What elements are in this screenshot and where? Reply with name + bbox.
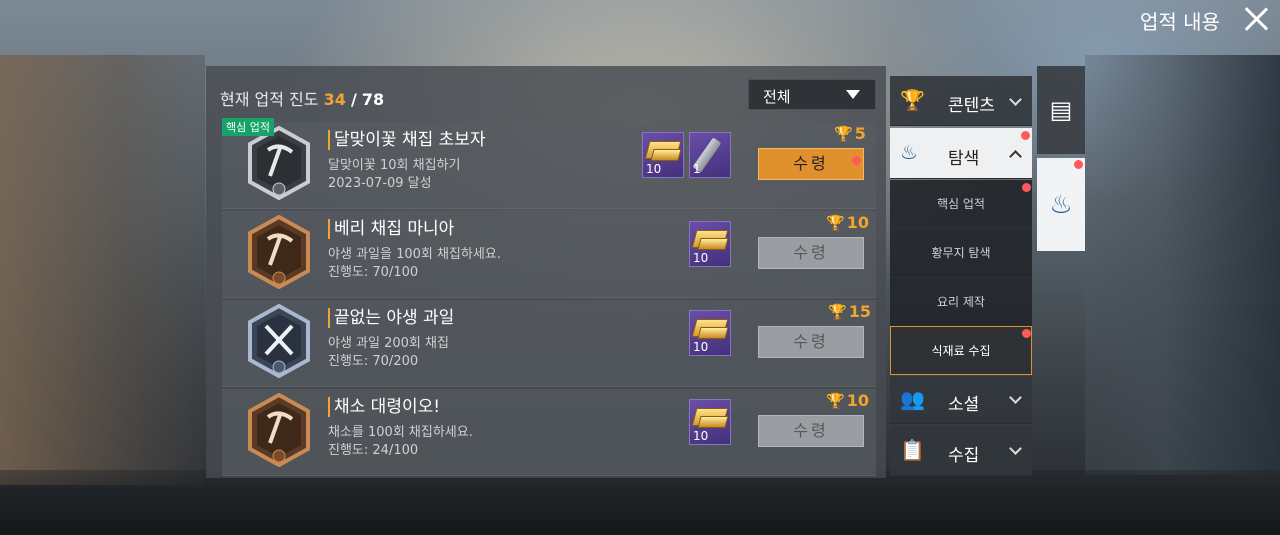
trophy-reward: 🏆 10 [826,213,869,232]
notification-dot [1022,329,1031,338]
chevron-down-icon [1009,391,1022,404]
reward-qty: 10 [693,429,709,443]
achievement-title: 베리 채집 마니아 [328,219,454,239]
filter-selected: 전체 [763,88,791,106]
tool-icon[interactable]: 1 [689,132,731,178]
category-content[interactable]: 🏆 콘텐츠 [890,76,1032,126]
progress-current: 34 [323,90,346,109]
caret-down-icon [846,90,860,99]
close-icon[interactable] [1241,4,1271,34]
achievement-row: 채소 대령이오! 채소를 100회 채집하세요. 진행도: 24/100 10 … [222,389,876,476]
trophy-icon: 🏆 [828,303,847,321]
core-achievement-tag: 핵심 업적 [222,118,274,136]
filter-dropdown[interactable]: 전체 [748,79,876,110]
chevron-down-icon [1009,93,1022,106]
chevron-up-icon [1009,150,1022,163]
progress-label: 현재 업적 진도 [220,90,319,109]
flame-emblem-icon: ♨ [1049,190,1073,220]
pickaxe-medal-icon [246,125,312,201]
achievement-progress-text: 진행도: 24/100 [328,443,419,458]
achievement-date: 2023-07-09 달성 [328,176,432,191]
trophy-icon: 🏆 [826,214,845,232]
side-tab-achievements[interactable]: ▤ [1037,66,1085,154]
reward-qty: 10 [693,251,709,265]
achievement-row: 베리 채집 마니아 야생 과일을 100회 채집하세요. 진행도: 70/100… [222,211,876,298]
category-label: 콘텐츠 [948,96,995,116]
pickaxe-medal-icon [246,214,312,290]
subcategory-ingredients[interactable]: 식재료 수집 [890,326,1032,375]
pickaxe-medal-icon [246,392,312,468]
notification-dot [1022,183,1031,192]
notification-dot [1074,160,1083,169]
claim-button[interactable]: 수령 [758,237,864,269]
claim-button[interactable]: 수령 [758,148,864,180]
background-character-right [1085,55,1280,475]
claim-button[interactable]: 수령 [758,415,864,447]
chevron-down-icon [1009,442,1022,455]
side-tab-explore[interactable]: ♨ [1037,158,1085,251]
subcategory-wasteland[interactable]: 황무지 탐색 [890,229,1032,278]
page-title: 업적 내용 [1140,10,1220,34]
pickaxe-shovel-medal-icon [246,303,312,379]
category-label: 수집 [948,446,980,466]
category-social[interactable]: 👥 소셜 [890,376,1032,424]
gold-bars-icon[interactable]: 10 [689,399,731,445]
notification-dot [1021,131,1030,140]
trophy-reward: 🏆 15 [828,302,871,321]
achievement-desc: 야생 과일 200회 채집 [328,336,449,351]
achievement-progress-text: 진행도: 70/200 [328,354,419,369]
subcategory-cooking[interactable]: 요리 제작 [890,278,1032,327]
category-collection[interactable]: 📋 수집 [890,426,1032,476]
achievement-desc: 달맞이꽃 10회 채집하기 [328,158,461,173]
reward-qty: 10 [693,340,709,354]
category-label: 탐색 [948,149,980,169]
category-label: 소셜 [948,395,980,415]
documents-icon: 📋 [900,438,925,462]
reward-qty: 10 [646,162,662,176]
achievement-desc: 채소를 100회 채집하세요. [328,425,473,440]
claim-button[interactable]: 수령 [758,326,864,358]
scroll-banner-icon: ▤ [1049,96,1073,124]
achievement-progress-text: 진행도: 70/100 [328,265,419,280]
trophy-reward: 🏆 10 [826,391,869,410]
achievement-desc: 야생 과일을 100회 채집하세요. [328,247,501,262]
progress-separator: / [350,90,357,109]
gold-bars-icon[interactable]: 10 [689,221,731,267]
gold-bars-icon[interactable]: 10 [689,310,731,356]
trophy-icon: 🏆 [900,88,925,112]
category-explore[interactable]: ♨ 탐색 [890,128,1032,179]
achievement-row: 핵심 업적 달맞이꽃 채집 초보자 달맞이꽃 10회 채집하기 2023-07-… [222,118,876,209]
progress-total: 78 [361,90,385,109]
achievement-title: 달맞이꽃 채집 초보자 [328,130,486,150]
background-floor [0,470,1280,535]
reward-qty: 1 [693,162,701,176]
achievement-title: 채소 대령이오! [328,397,440,417]
notification-dot [852,156,861,165]
achievement-title: 끝없는 야생 과일 [328,308,454,328]
flame-emblem-icon: ♨ [900,140,918,164]
achievement-progress: 현재 업적 진도 34 / 78 [220,86,384,110]
achievement-row: 끝없는 야생 과일 야생 과일 200회 채집 진행도: 70/200 10 🏆… [222,300,876,387]
trophy-icon: 🏆 [826,392,845,410]
trophy-icon: 🏆 [834,125,853,143]
background-character-left [0,55,205,485]
gold-bars-icon[interactable]: 10 [642,132,684,178]
trophy-reward: 🏆 5 [834,124,866,143]
people-icon: 👥 [900,387,925,411]
subcategory-core[interactable]: 핵심 업적 [890,180,1032,229]
